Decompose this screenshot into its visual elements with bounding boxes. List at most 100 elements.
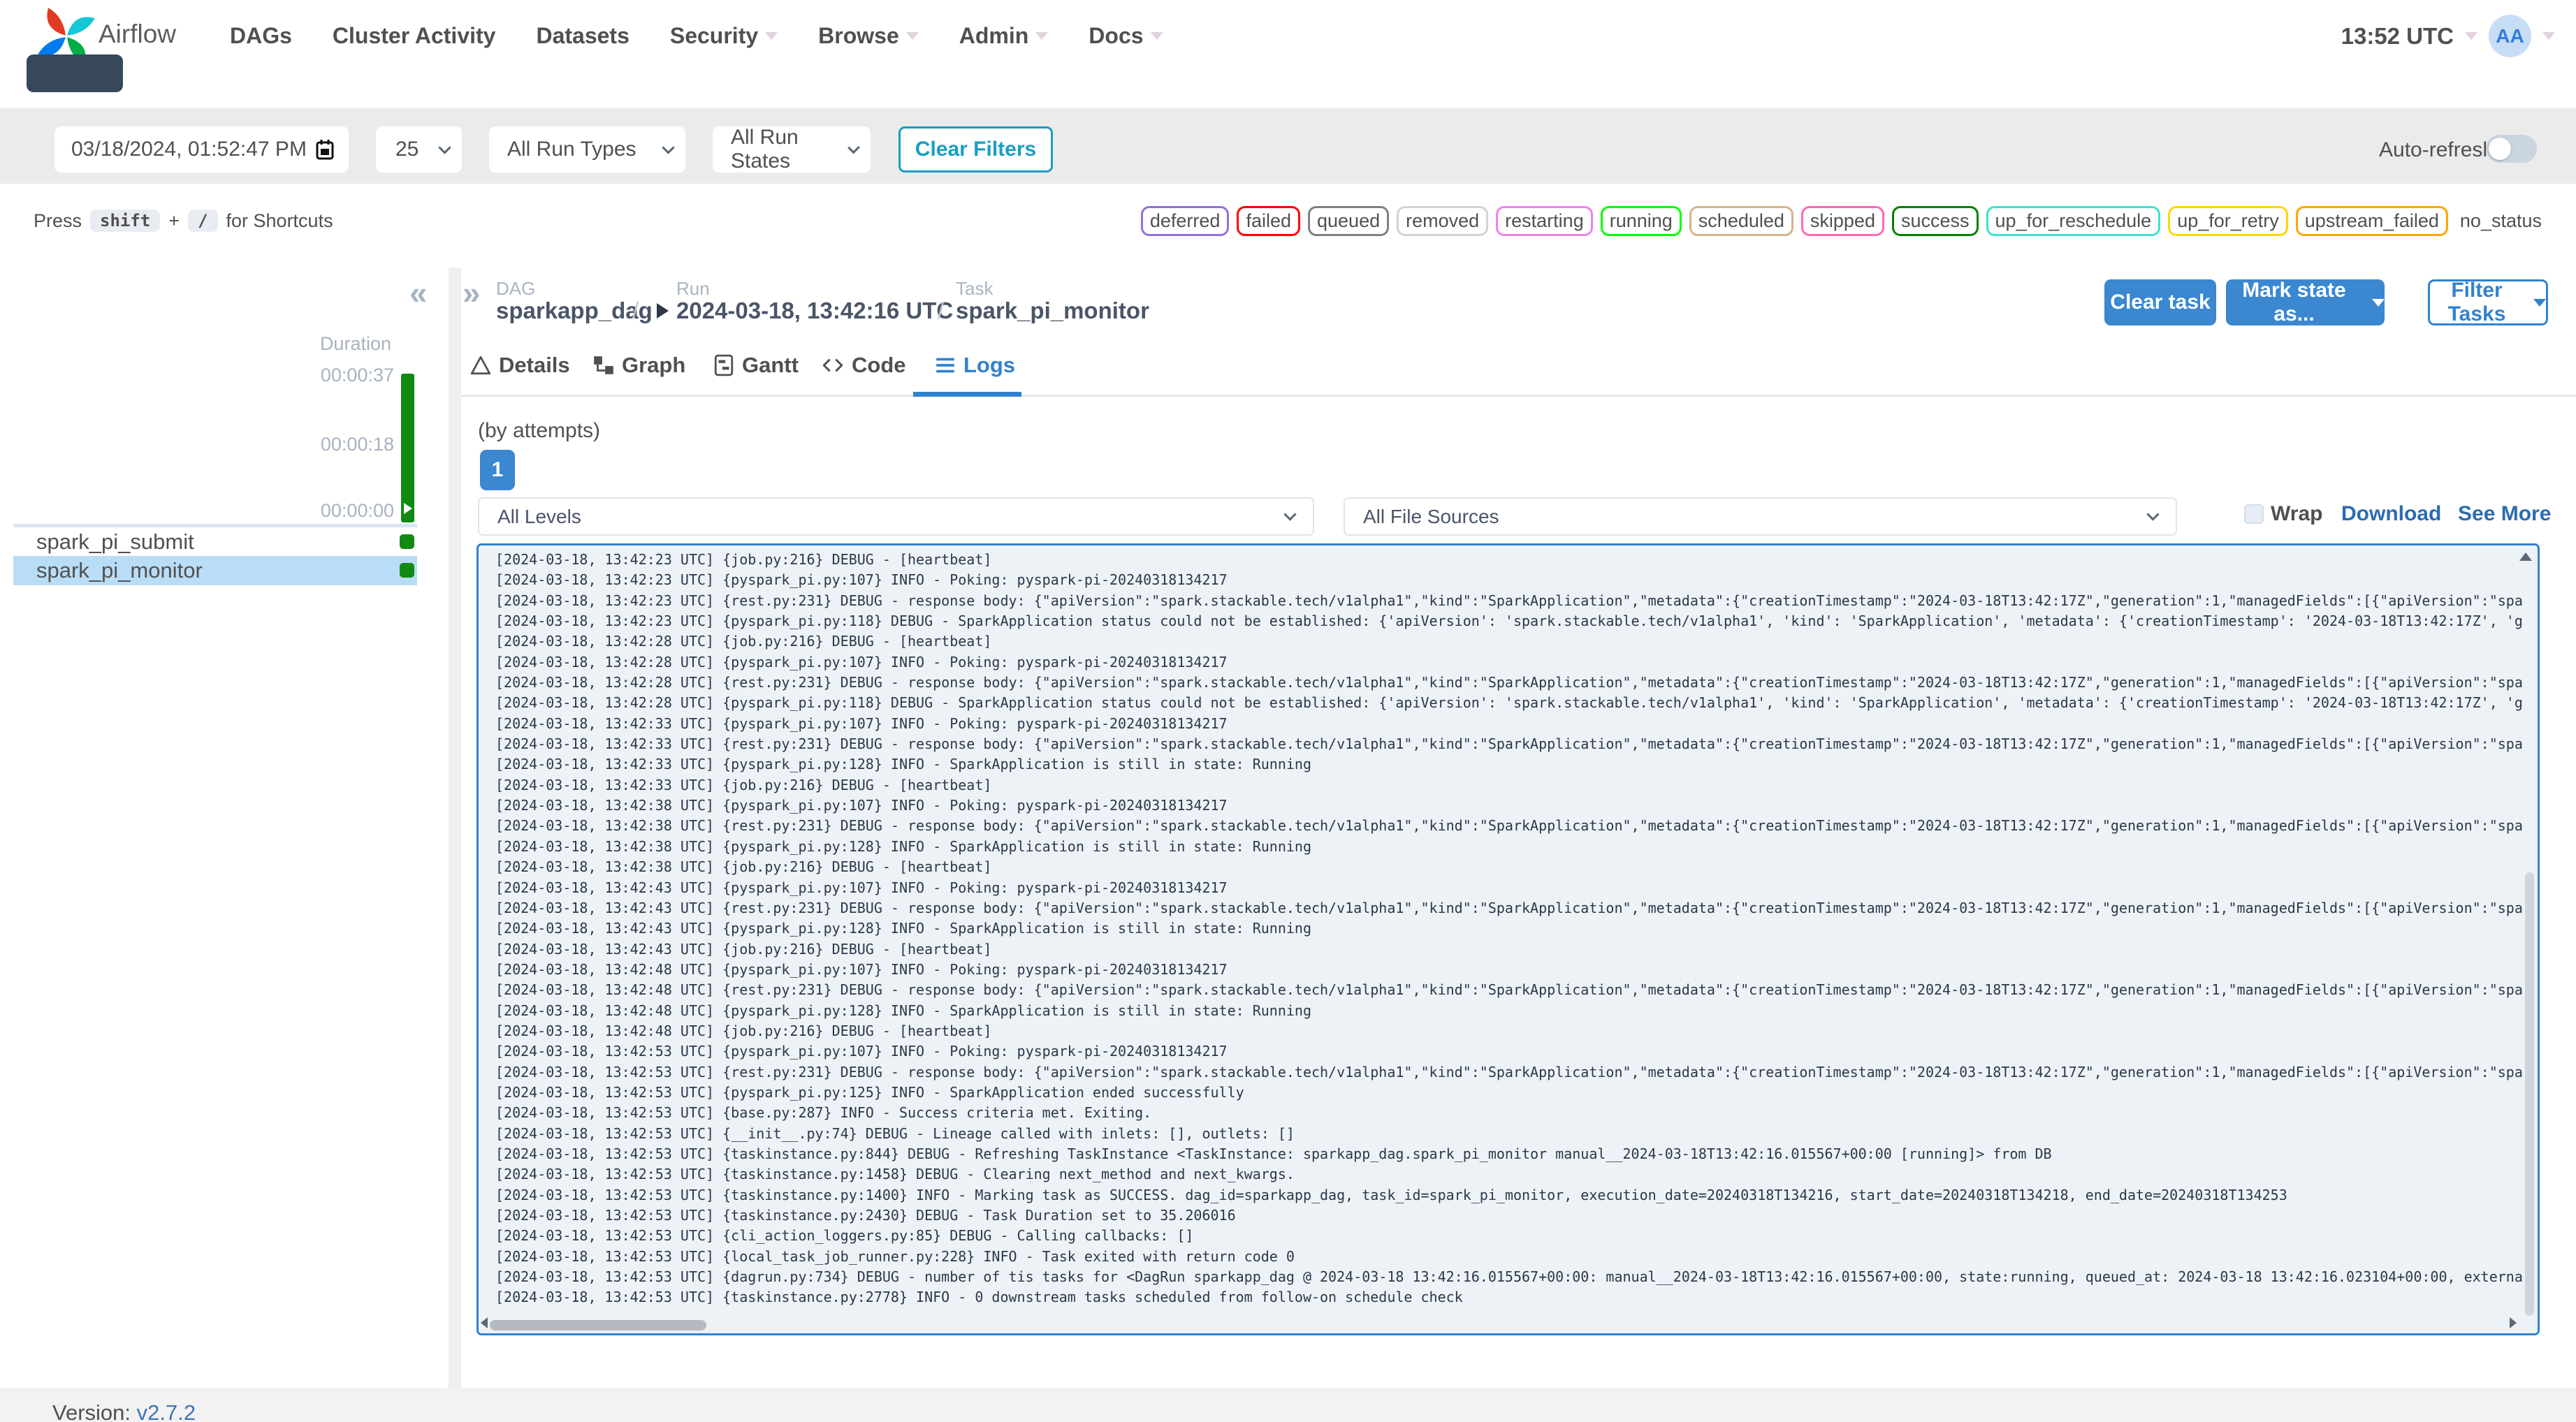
tab-logs[interactable]: Logs — [934, 353, 1015, 378]
log-line: [2024-03-18, 13:42:43 UTC] {pyspark_pi.p… — [495, 879, 1228, 896]
status-badge-skipped[interactable]: skipped — [1800, 206, 1884, 237]
avatar[interactable]: AA — [2489, 15, 2531, 57]
selected-run-bar-fragment[interactable] — [27, 54, 123, 92]
task-status-square-success[interactable] — [400, 534, 414, 549]
clear-task-button[interactable]: Clear task — [2104, 279, 2216, 325]
toggle-knob — [2489, 138, 2511, 160]
tab-details[interactable]: Details — [470, 353, 570, 378]
duration-axis-label: Duration — [319, 333, 391, 354]
nav-item-browse[interactable]: Browse — [818, 23, 919, 49]
attempt-1-button[interactable]: 1 — [480, 450, 515, 490]
see-more-link[interactable]: See More — [2458, 502, 2551, 526]
collapse-grid-button[interactable]: « — [409, 274, 428, 311]
nav-item-datasets[interactable]: Datasets — [536, 23, 629, 49]
breadcrumb-run-value[interactable]: 2024-03-18, 13:42:16 UTC — [676, 298, 953, 324]
log-line: [2024-03-18, 13:42:38 UTC] {pyspark_pi.p… — [495, 797, 1228, 814]
tab-graph[interactable]: Graph — [592, 353, 685, 378]
status-badge-scheduled[interactable]: scheduled — [1689, 206, 1793, 237]
nav-item-docs[interactable]: Docs — [1089, 23, 1163, 49]
task-row-spark-pi-monitor-selected[interactable]: spark_pi_monitor — [13, 556, 417, 585]
task-status-square-success[interactable] — [400, 563, 414, 578]
nav-item-dags[interactable]: DAGs — [230, 23, 292, 49]
breadcrumb-task-value[interactable]: spark_pi_monitor — [956, 298, 1149, 324]
version-link[interactable]: v2.7.2 — [137, 1400, 196, 1422]
shortcuts-press: Press — [34, 210, 82, 231]
task-row-spark-pi-submit[interactable]: spark_pi_submit — [13, 529, 417, 555]
download-link[interactable]: Download — [2341, 502, 2441, 526]
chevron-down-icon — [662, 140, 675, 154]
breadcrumb-dag-label: DAG — [496, 278, 536, 299]
filter-tasks-button[interactable]: Filter Tasks — [2428, 279, 2548, 325]
task-name[interactable]: spark_pi_submit — [36, 529, 194, 555]
chevron-down-icon — [765, 32, 778, 40]
run-duration-bar[interactable] — [401, 374, 414, 522]
status-badge-running[interactable]: running — [1600, 206, 1682, 237]
vertical-scrollbar-thumb[interactable] — [2525, 872, 2534, 1316]
shortcuts-hint: Press shift + / for Shortcuts — [34, 210, 333, 232]
brand-name: Airflow — [99, 20, 177, 48]
breadcrumb-separator: / — [938, 298, 945, 323]
log-line: [2024-03-18, 13:42:53 UTC] {pyspark_pi.p… — [495, 1043, 1228, 1060]
clock-utc[interactable]: 13:52 UTC — [2341, 23, 2454, 50]
status-badge-up-for-reschedule[interactable]: up_for_reschedule — [1986, 206, 2161, 237]
scroll-up-icon[interactable] — [2519, 552, 2532, 561]
chevron-down-icon[interactable] — [2542, 32, 2555, 40]
filter-bar: 03/18/2024, 01:52:47 PM 25 All Run Types… — [0, 108, 2576, 184]
autorefresh-toggle[interactable] — [2486, 135, 2537, 163]
log-levels-select[interactable]: All Levels — [478, 497, 1314, 536]
tab-gantt[interactable]: Gantt — [713, 353, 799, 378]
expand-details-button[interactable]: » — [463, 274, 481, 311]
log-line: [2024-03-18, 13:42:53 UTC] {taskinstance… — [495, 1166, 1295, 1183]
status-badge-queued[interactable]: queued — [1308, 206, 1390, 237]
tab-code[interactable]: Code — [821, 353, 906, 378]
breadcrumb-dag-value[interactable]: sparkapp_dag — [496, 298, 653, 324]
log-line: [2024-03-18, 13:42:38 UTC] {pyspark_pi.p… — [495, 837, 1311, 855]
status-label-no-status: no_status — [2459, 210, 2542, 232]
kbd-shift: shift — [90, 210, 161, 232]
status-badge-success[interactable]: success — [1891, 206, 1979, 237]
horizontal-scrollbar-thumb[interactable] — [490, 1320, 706, 1331]
log-line: [2024-03-18, 13:42:23 UTC] {pyspark_pi.p… — [495, 613, 2524, 630]
chevron-down-icon — [438, 140, 451, 154]
filter-tasks-label: Filter Tasks — [2447, 279, 2506, 325]
wrap-checkbox[interactable] — [2244, 504, 2264, 524]
chevron-down-icon — [1150, 32, 1163, 40]
nav-item-cluster-activity[interactable]: Cluster Activity — [333, 23, 496, 49]
log-line: [2024-03-18, 13:42:38 UTC] {job.py:216} … — [495, 858, 992, 876]
file-sources-select[interactable]: All File Sources — [1344, 497, 2177, 536]
breadcrumb-separator: / — [632, 298, 639, 323]
top-nav: Airflow DAGs Cluster Activity Datasets S… — [0, 0, 2576, 72]
status-badge-restarting[interactable]: restarting — [1496, 206, 1593, 237]
run-states-select[interactable]: All Run States — [713, 126, 871, 173]
chevron-down-icon — [1283, 508, 1297, 521]
log-line: [2024-03-18, 13:42:38 UTC] {rest.py:231}… — [495, 817, 2524, 835]
log-lines: [2024-03-18, 13:42:23 UTC] {job.py:216} … — [495, 550, 2524, 1317]
calendar-icon — [316, 140, 334, 160]
scroll-right-icon[interactable] — [2510, 1317, 2517, 1328]
clear-filters-button[interactable]: Clear Filters — [898, 126, 1053, 173]
log-line: [2024-03-18, 13:42:53 UTC] {cli_action_l… — [495, 1227, 1194, 1245]
nav-item-admin[interactable]: Admin — [959, 23, 1049, 49]
status-badge-failed[interactable]: failed — [1237, 206, 1300, 237]
date-filter-input[interactable]: 03/18/2024, 01:52:47 PM — [54, 126, 349, 173]
log-line: [2024-03-18, 13:42:33 UTC] {pyspark_pi.p… — [495, 756, 1311, 773]
page-size-select[interactable]: 25 — [376, 126, 462, 173]
log-line: [2024-03-18, 13:42:53 UTC] {pyspark_pi.p… — [495, 1083, 1244, 1101]
mark-state-as-button[interactable]: Mark state as... — [2226, 279, 2385, 325]
task-name[interactable]: spark_pi_monitor — [36, 558, 203, 583]
log-line: [2024-03-18, 13:42:23 UTC] {rest.py:231}… — [495, 592, 2524, 609]
status-badge-upstream-failed[interactable]: upstream_failed — [2295, 206, 2448, 237]
status-badge-deferred[interactable]: deferred — [1140, 206, 1230, 237]
chevron-down-icon[interactable] — [2465, 32, 2477, 40]
log-line: [2024-03-18, 13:42:53 UTC] {local_task_j… — [495, 1247, 1295, 1265]
chevron-down-icon — [2146, 508, 2160, 521]
run-types-select[interactable]: All Run Types — [489, 126, 685, 173]
panel-divider[interactable] — [449, 267, 461, 1388]
breadcrumb-task-label: Task — [956, 278, 994, 299]
log-line: [2024-03-18, 13:42:48 UTC] {pyspark_pi.p… — [495, 960, 1228, 978]
nav-item-security[interactable]: Security — [670, 23, 778, 49]
log-line: [2024-03-18, 13:42:48 UTC] {pyspark_pi.p… — [495, 1002, 1311, 1019]
status-badge-up-for-retry[interactable]: up_for_retry — [2168, 206, 2288, 237]
status-badge-removed[interactable]: removed — [1397, 206, 1489, 237]
scroll-left-icon[interactable] — [481, 1317, 488, 1328]
